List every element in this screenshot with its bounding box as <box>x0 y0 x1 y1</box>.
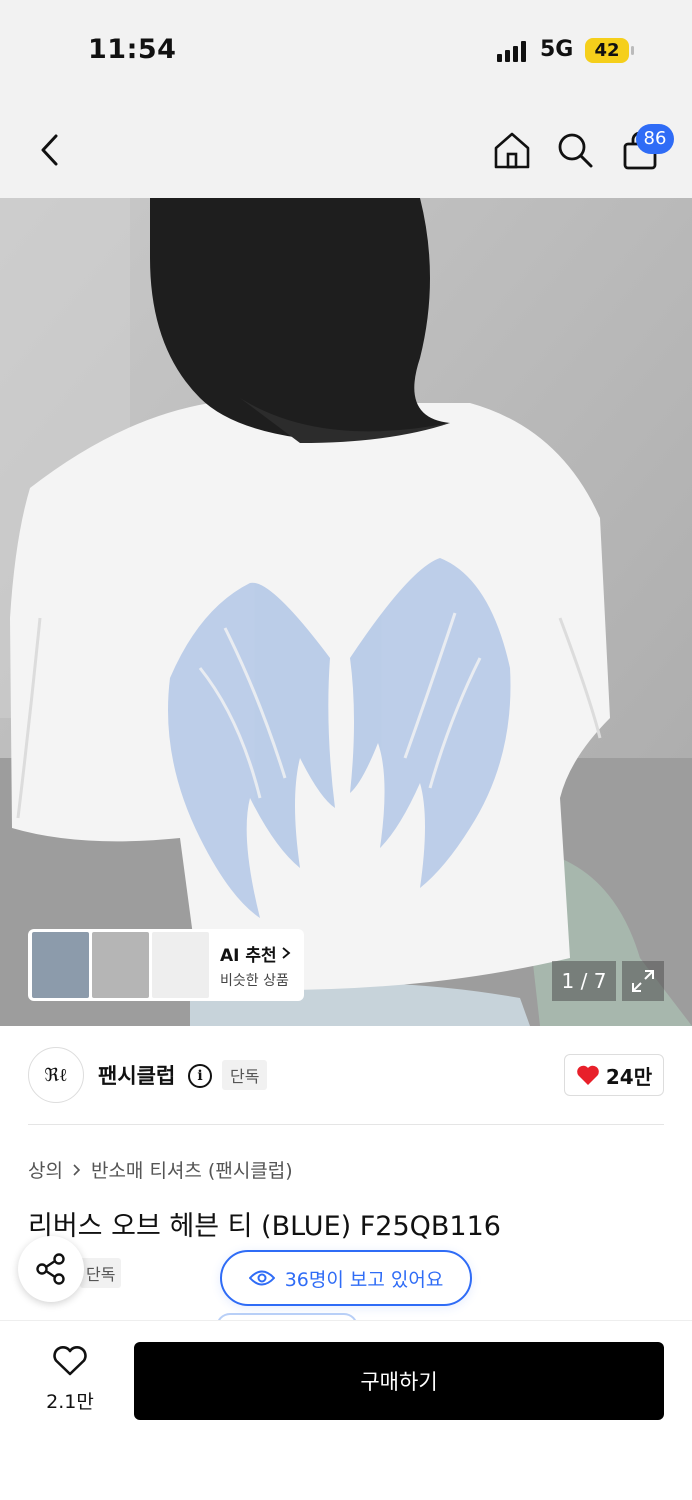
ai-recommendation-card[interactable]: AI 추천 비슷한 상품 <box>28 929 304 1001</box>
heart-filled-icon <box>577 1065 599 1085</box>
info-icon[interactable]: i <box>188 1064 212 1088</box>
status-bar: 11:54 5G 42 <box>0 0 692 100</box>
exclusive-badge: 단독 <box>80 1258 122 1288</box>
product-title: 리버스 오브 헤븐 티 (BLUE) F25QB116 <box>28 1211 501 1242</box>
buy-button[interactable]: 구매하기 <box>134 1342 664 1420</box>
ai-recommendation-text: AI 추천 비슷한 상품 <box>220 941 291 990</box>
image-pager: 1 / 7 <box>552 961 616 1001</box>
chevron-right-icon <box>282 947 291 959</box>
top-nav-bar <box>0 100 692 198</box>
recommendation-thumbnail[interactable] <box>32 932 89 998</box>
product-image[interactable] <box>0 198 692 1026</box>
exclusive-badge: 단독 <box>222 1060 268 1090</box>
back-icon[interactable] <box>28 128 72 172</box>
battery-cap <box>631 46 634 55</box>
eye-icon <box>248 1270 275 1286</box>
bottom-action-bar: 2.1만 구매하기 <box>0 1320 692 1500</box>
breadcrumb: 상의 반소매 티셔츠 (팬시클럽) <box>28 1156 293 1183</box>
viewers-count-text: 36명이 보고 있어요 <box>284 1268 444 1291</box>
viewers-count-pill: 36명이 보고 있어요 <box>220 1250 472 1306</box>
signal-icon <box>497 40 526 62</box>
share-button[interactable] <box>18 1236 84 1302</box>
wishlist-button[interactable]: 2.1만 <box>36 1345 104 1414</box>
network-label: 5G <box>540 37 574 62</box>
brand-like-count: 24만 <box>605 1064 653 1089</box>
divider <box>28 1124 664 1125</box>
home-icon[interactable] <box>490 128 534 172</box>
battery-icon: 42 <box>585 38 629 63</box>
breadcrumb-subcategory[interactable]: 반소매 티셔츠 (팬시클럽) <box>91 1156 293 1183</box>
brand-like-button[interactable]: 24만 <box>564 1054 664 1096</box>
brand-name[interactable]: 팬시클럽 <box>98 1060 175 1090</box>
heart-outline-icon <box>53 1346 87 1376</box>
share-icon <box>36 1253 65 1285</box>
wishlist-count: 2.1만 <box>46 1391 94 1413</box>
recommendation-thumbnail[interactable] <box>92 932 149 998</box>
expand-icon[interactable] <box>622 961 664 1001</box>
recommendation-thumbnail[interactable] <box>152 932 209 998</box>
breadcrumb-category[interactable]: 상의 <box>28 1156 63 1183</box>
cart-count-badge: 86 <box>636 124 674 154</box>
chevron-right-icon <box>73 1163 81 1176</box>
ai-recommendation-title: AI 추천 <box>220 941 291 966</box>
brand-logo[interactable]: ℜℓ <box>28 1047 84 1103</box>
brand-row: ℜℓ 팬시클럽 i 단독 24만 <box>28 1044 664 1106</box>
status-time: 11:54 <box>88 34 177 65</box>
ai-title-label: AI 추천 <box>220 945 277 966</box>
search-icon[interactable] <box>553 128 597 172</box>
ai-recommendation-subtitle: 비슷한 상품 <box>220 972 289 989</box>
